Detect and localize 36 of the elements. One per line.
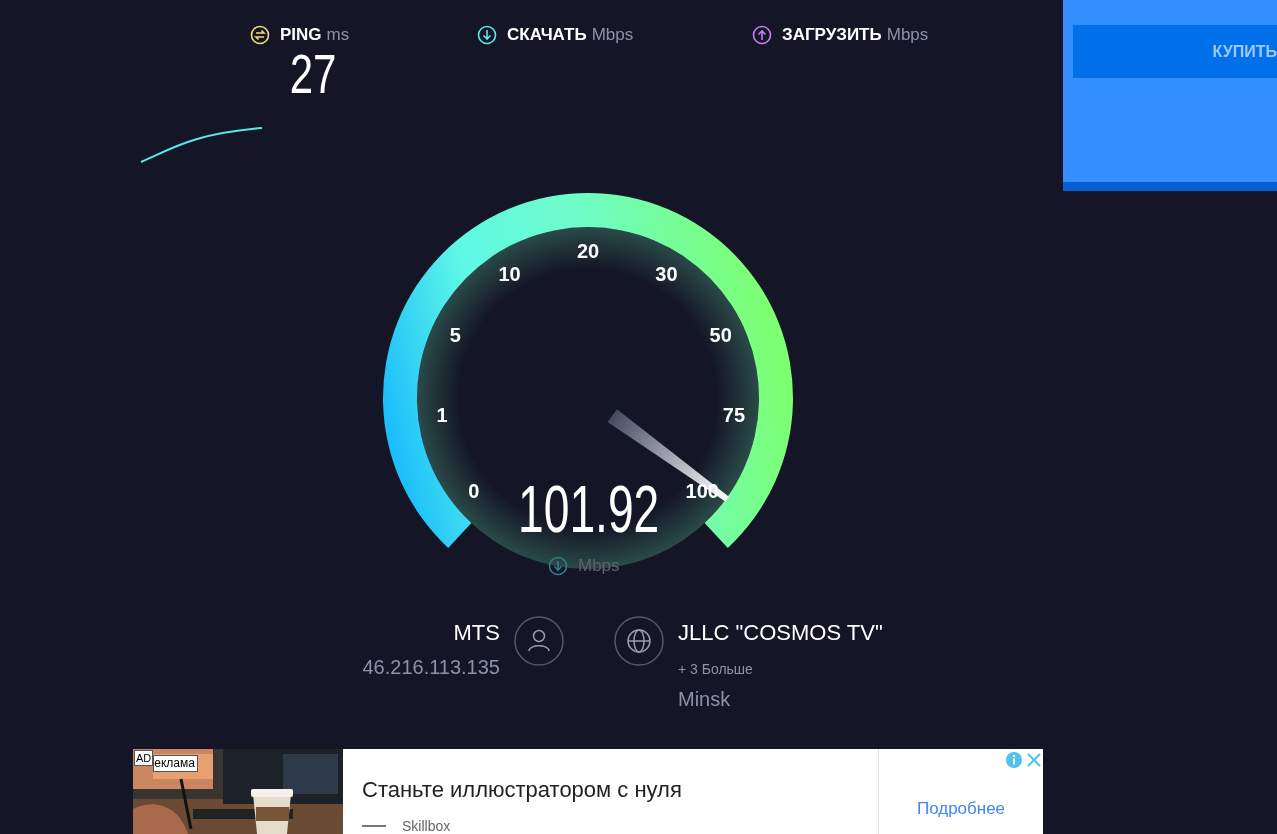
speed-unit: Mbps [578,555,620,577]
ad-brand: Skillbox [402,817,451,834]
metric-label: ЗАГРУЗИТЬ [782,24,882,46]
ad-more-link[interactable]: Подробнее [916,795,1006,822]
speed-value: 101.92 [518,476,658,542]
ad-label: еклама [153,755,198,772]
metric-label: PING [280,24,322,46]
ip-address: 46.216.113.135 [362,655,500,680]
user-icon [514,616,564,666]
ad-badge: AD [134,750,154,766]
metric-unit: Mbps [886,24,929,46]
ping-icon [250,24,270,45]
gauge-tick-label: 30 [655,263,678,284]
close-icon[interactable] [1025,751,1043,769]
more-servers-link[interactable]: + 3 Больше [678,656,753,682]
gauge-tick-label: 75 [722,405,746,426]
gauge-tick-label: 20 [576,241,600,261]
download-icon [477,24,497,45]
ad-headline[interactable]: Станьте иллюстратором с нуля [362,775,878,805]
gauge-tick-label: 1 [436,405,448,426]
gauge-tick-label: 0 [468,480,480,501]
metric-unit: Mbps [591,24,634,46]
metric-unit: ms [326,24,350,46]
server-name: JLLC "COSMOS TV" [678,619,883,647]
gauge-tick-label: 5 [449,324,461,345]
gauge-tick-label: 10 [498,263,521,284]
isp-name: MTS [453,619,500,647]
brand-logo-icon [362,822,386,830]
gauge-tick-label: 50 [709,324,732,345]
metric-label: СКАЧАТЬ [507,24,587,46]
download-icon [548,555,568,576]
info-icon[interactable] [1005,751,1023,769]
globe-icon [614,616,664,666]
upload-icon [752,24,772,45]
ping-value: 27 [288,46,338,102]
server-city: Minsk [678,687,731,712]
